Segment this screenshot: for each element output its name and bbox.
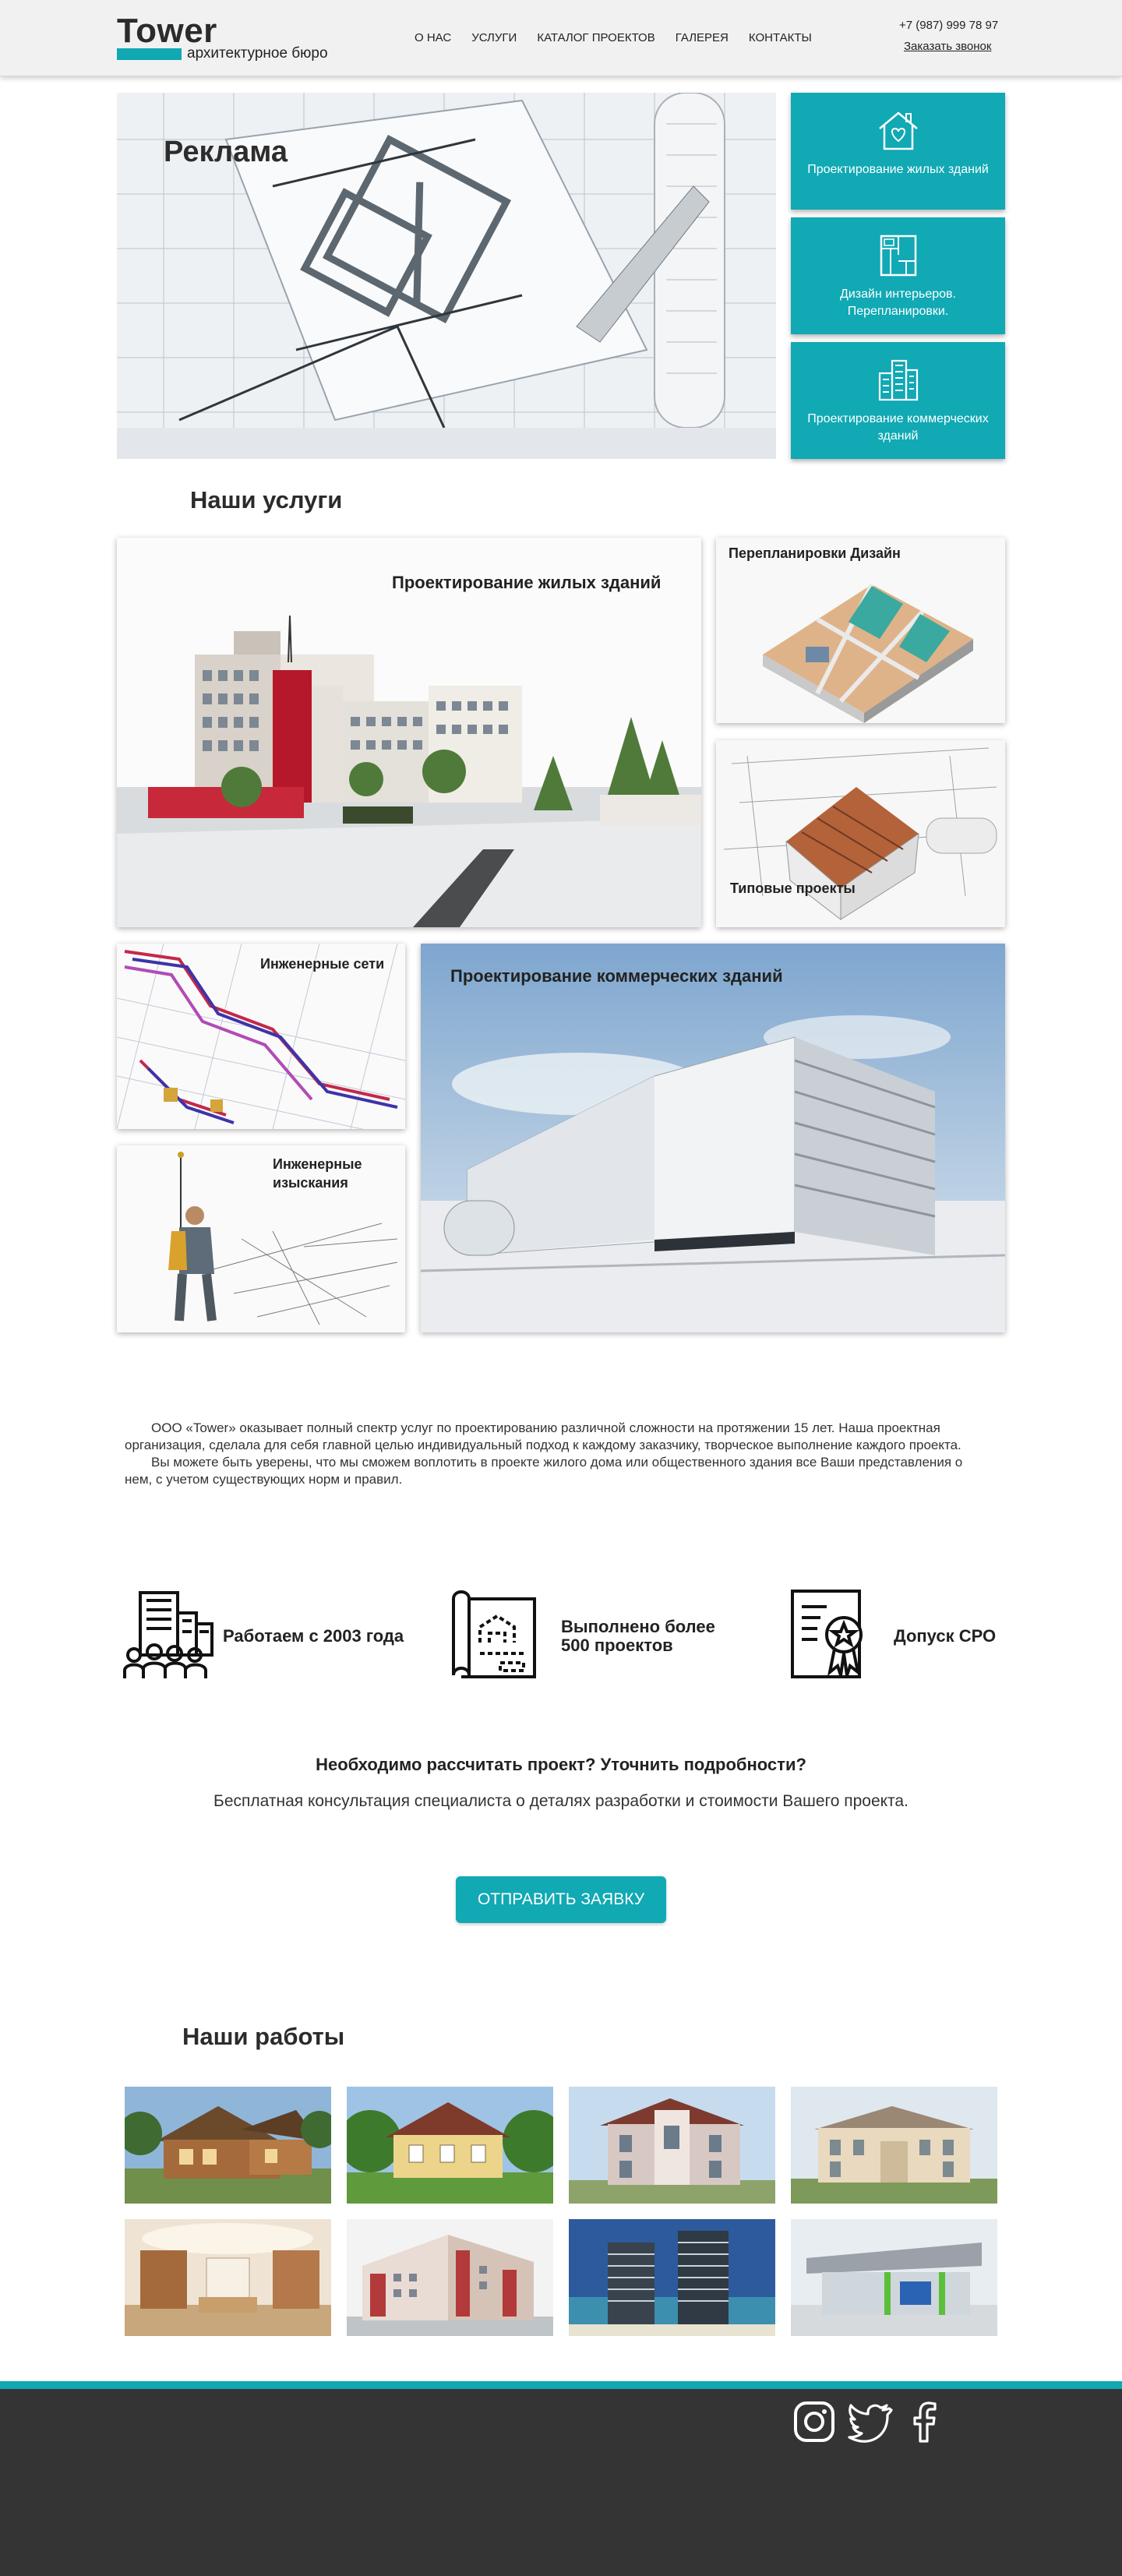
work-residential-complex-image bbox=[347, 2219, 553, 2336]
works-title: Наши работы bbox=[182, 2023, 345, 2050]
work-item[interactable] bbox=[347, 2087, 553, 2204]
company-building-icon bbox=[123, 1591, 213, 1678]
logo-accent-bar bbox=[117, 48, 182, 60]
about-paragraph-2: Вы можете быть уверены, что мы сможем во… bbox=[125, 1455, 963, 1487]
feature-sro-text: Допуск СРО bbox=[894, 1626, 997, 1646]
redevelopment-image bbox=[716, 538, 1005, 723]
twitter-icon[interactable] bbox=[845, 2398, 894, 2446]
card-residential-label: Проектирование жилых зданий bbox=[392, 573, 662, 592]
work-wooden-house-image bbox=[125, 2087, 331, 2204]
nav-contacts[interactable]: КОНТАКТЫ bbox=[749, 31, 812, 44]
work-item[interactable] bbox=[125, 2087, 331, 2204]
work-high-rise-image bbox=[569, 2219, 775, 2336]
nav-catalog[interactable]: КАТАЛОГ ПРОЕКТОВ bbox=[537, 31, 654, 44]
typical-project-image bbox=[716, 740, 1005, 927]
card-residential[interactable]: Проектирование жилых зданий bbox=[117, 538, 701, 927]
card-commercial[interactable]: Проектирование коммерческих зданий bbox=[421, 944, 1005, 1332]
work-item[interactable] bbox=[791, 2087, 997, 2204]
card-typical-label: Типовые проекты bbox=[730, 880, 856, 896]
work-villa-image bbox=[791, 2087, 997, 2204]
send-request-button[interactable]: ОТПРАВИТЬ ЗАЯВКУ bbox=[456, 1876, 666, 1923]
residential-buildings-image bbox=[117, 538, 701, 927]
work-item[interactable] bbox=[569, 2087, 775, 2204]
callback-link[interactable]: Заказать звонок bbox=[904, 40, 991, 53]
work-item[interactable] bbox=[347, 2219, 553, 2336]
blueprint-scroll-icon bbox=[452, 1590, 536, 1678]
work-item[interactable] bbox=[791, 2219, 997, 2336]
nav-services[interactable]: УСЛУГИ bbox=[471, 31, 517, 44]
hero-banner[interactable]: Реклама bbox=[117, 93, 776, 459]
card-surveys-label: Инженерные изыскания bbox=[273, 1156, 362, 1191]
nav-about[interactable]: О НАС bbox=[415, 31, 451, 44]
card-typical[interactable]: Типовые проекты bbox=[716, 740, 1005, 927]
logo-title: Tower bbox=[117, 12, 217, 50]
phone-number[interactable]: +7 (987) 999 78 97 bbox=[899, 19, 998, 32]
house-heart-icon bbox=[879, 111, 918, 150]
work-townhouse-image bbox=[569, 2087, 775, 2204]
cta-subtitle: Бесплатная консультация специалиста о де… bbox=[213, 1792, 909, 1810]
commercial-building-image bbox=[421, 944, 1005, 1332]
site-footer bbox=[0, 2389, 1122, 2576]
ad-label: Реклама bbox=[164, 136, 288, 168]
facebook-icon[interactable] bbox=[901, 2398, 949, 2446]
logo[interactable]: Tower архитектурное бюро bbox=[117, 12, 328, 62]
about-text: ООО «Tower» оказывает полный спектр услу… bbox=[125, 1420, 982, 1488]
work-yellow-house-image bbox=[347, 2087, 553, 2204]
cta-question: Необходимо рассчитать проект? Уточнить п… bbox=[316, 1755, 806, 1774]
footer-accent-line bbox=[0, 2381, 1122, 2389]
office-buildings-icon bbox=[878, 359, 919, 401]
site-header: Tower архитектурное бюро О НАС УСЛУГИ КА… bbox=[0, 0, 1122, 76]
instagram-icon[interactable] bbox=[790, 2398, 838, 2446]
feature-projects-text: Выполнено более 500 проектов bbox=[561, 1617, 715, 1655]
card-redevelopment[interactable]: Перепланировки Дизайн bbox=[716, 538, 1005, 723]
page: { "header": { "logo_title": "Tower", "lo… bbox=[0, 0, 1122, 2576]
about-paragraph-1: ООО «Tower» оказывает полный спектр услу… bbox=[125, 1420, 961, 1452]
card-networks-label: Инженерные сети bbox=[260, 956, 385, 972]
tile-residential[interactable]: Проектирование жилых зданий bbox=[791, 93, 1005, 210]
tile-commercial[interactable]: Проектирование коммерческих зданий bbox=[791, 342, 1005, 459]
logo-subtitle: архитектурное бюро bbox=[187, 45, 328, 62]
tile-interiors-label: Дизайн интерьеров. Перепланировки. bbox=[840, 288, 956, 318]
feature-years-text: Работаем с 2003 года bbox=[223, 1626, 404, 1646]
work-item[interactable] bbox=[125, 2219, 331, 2336]
card-networks[interactable]: Инженерные сети bbox=[117, 944, 405, 1129]
nav-gallery[interactable]: ГАЛЕРЕЯ bbox=[676, 31, 729, 44]
work-item[interactable] bbox=[569, 2219, 775, 2336]
main-nav: О НАС УСЛУГИ КАТАЛОГ ПРОЕКТОВ ГАЛЕРЕЯ КО… bbox=[415, 31, 832, 44]
card-surveys[interactable]: Инженерные изыскания bbox=[117, 1145, 405, 1332]
services-title: Наши услуги bbox=[190, 486, 343, 513]
work-mall-image bbox=[791, 2219, 997, 2336]
tile-interiors[interactable]: Дизайн интерьеров. Перепланировки. bbox=[791, 217, 1005, 334]
work-interior-image bbox=[125, 2219, 331, 2336]
card-commercial-label: Проектирование коммерческих зданий bbox=[450, 966, 783, 986]
floor-plan-icon bbox=[880, 235, 917, 277]
tile-commercial-label: Проектирование коммерческих зданий bbox=[807, 412, 989, 443]
certificate-icon bbox=[791, 1590, 863, 1678]
tile-residential-label: Проектирование жилых зданий bbox=[807, 163, 989, 176]
card-redevelopment-label: Перепланировки Дизайн bbox=[729, 545, 901, 561]
